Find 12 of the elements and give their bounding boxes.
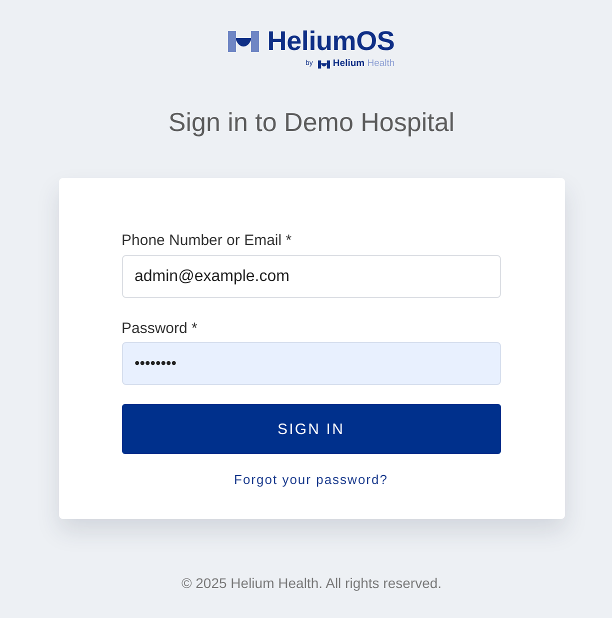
page-title: Sign in to Demo Hospital [168, 107, 455, 137]
maker-name: Helium Health [332, 58, 395, 70]
brand-name: HeliumOS [267, 26, 395, 57]
sign-in-button[interactable]: SIGN IN [122, 404, 500, 454]
password-field[interactable]: •••••••• [122, 342, 500, 385]
copyright-text: © 2025 Helium Health. All rights reserved. [181, 574, 442, 592]
small-logo-icon [318, 60, 330, 68]
field-label: Phone Number or Email * [122, 232, 293, 250]
logo-icon [228, 31, 260, 52]
email-field[interactable]: admin@example.com [122, 255, 500, 298]
forgot-password-link[interactable]: Forgot your password? [234, 472, 388, 488]
field-label: Password * [122, 320, 198, 338]
